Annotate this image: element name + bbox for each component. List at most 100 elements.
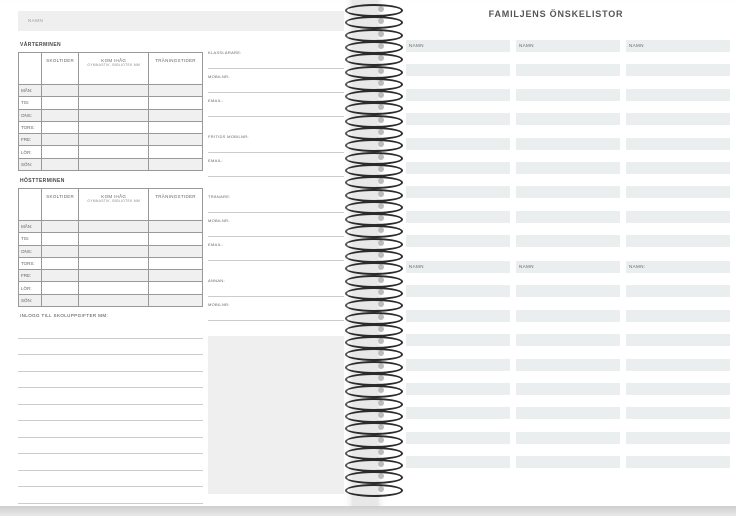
contact-line (208, 296, 344, 297)
contact-line (208, 260, 344, 261)
wishlist-name-header: NAMN (406, 40, 510, 52)
contact-label: MOBILNR: (208, 74, 230, 79)
note-line (18, 322, 203, 339)
wishlist-line (516, 113, 620, 126)
contact-line (208, 236, 344, 237)
contact-label: MOBILNR: (208, 218, 230, 223)
day-label: ONS: (18, 244, 42, 258)
binding-ring (342, 200, 404, 214)
note-line (18, 372, 203, 388)
day-label: MÅN: (18, 83, 42, 98)
contact-label: EMAIL: (208, 98, 223, 103)
day-label: LÖR: (18, 281, 42, 295)
contact-line (208, 68, 344, 69)
binding-ring (342, 421, 404, 436)
note-line (18, 339, 203, 355)
note-line (18, 454, 203, 471)
wishlist-line (516, 358, 620, 371)
binding-ring (342, 101, 404, 116)
wishlist-line (626, 383, 730, 395)
wishlist-line (626, 137, 730, 150)
day-label: SÖN: (18, 157, 42, 172)
wishlist-line (626, 285, 730, 298)
wishlist-line (406, 137, 510, 150)
wishlist-line (406, 64, 510, 77)
wishlist-name-header: NAMN: (626, 261, 730, 273)
wishlist-line (516, 137, 620, 150)
name-label: NAMN (519, 264, 534, 269)
binding-ring (342, 470, 404, 485)
binding-ring (342, 360, 404, 374)
binding-ring (342, 77, 404, 91)
binding-ring (342, 311, 404, 325)
wishlist-line (406, 334, 510, 347)
binding-ring (342, 175, 404, 190)
binding-ring (342, 151, 404, 165)
wishlist-line (516, 309, 620, 322)
wishlist-line (516, 407, 620, 420)
wishlist-line (626, 64, 730, 77)
wishlist-line (406, 309, 510, 322)
spring-header-remember: KOM IHÅG GYMNASTIK, BIBLIOTEK MM (78, 52, 150, 85)
name-field: NAMN (18, 11, 344, 31)
note-line (18, 438, 203, 454)
note-line (18, 421, 203, 438)
wishlist-line (516, 334, 620, 347)
day-label: TIS: (18, 96, 42, 110)
wishlist-line (516, 186, 620, 199)
binding-ring (342, 323, 404, 337)
binding-ring (342, 335, 404, 350)
binding-ring (342, 384, 404, 399)
note-line (18, 405, 203, 421)
wishlist-line (626, 186, 730, 199)
binding-ring (342, 3, 404, 17)
contact-label: FRITIDS MOBILNR: (208, 134, 249, 139)
contact-label: EMAIL: (208, 242, 223, 247)
wishlist-line (626, 407, 730, 420)
note-line (18, 471, 203, 487)
binding-ring (342, 434, 404, 448)
binding-ring (342, 52, 404, 67)
contact-line (208, 116, 344, 117)
contact-line (208, 212, 344, 213)
day-label: ONS: (18, 108, 42, 122)
binding-ring (342, 114, 404, 128)
wishlist-line (406, 186, 510, 199)
spring-title: VÅRTERMINEN (20, 42, 62, 48)
binding-ring (342, 138, 404, 153)
day-label: SÖN: (18, 293, 42, 308)
wishlist-line (626, 113, 730, 126)
contact-line (208, 320, 344, 321)
name-label: NAMN (409, 43, 424, 48)
binding-ring (342, 249, 404, 263)
spiral-binding (342, 0, 404, 508)
wishlist-line (406, 407, 510, 420)
wishlist-line (406, 210, 510, 223)
spring-header-school: SKOLTIDER (40, 52, 80, 85)
wishlist-line (406, 235, 510, 248)
wishlist-line (406, 285, 510, 298)
wishlist-line (626, 334, 730, 347)
autumn-schedule: SKOLTIDER KOM IHÅG GYMNASTIK, BIBLIOTEK M… (18, 188, 203, 308)
note-line (18, 355, 203, 372)
contact-line (208, 152, 344, 153)
binding-ring (342, 126, 404, 140)
contact-label: ANNAN: (208, 278, 225, 283)
binding-ring (342, 89, 404, 104)
wishlist-line (516, 456, 620, 469)
day-label: LÖR: (18, 145, 42, 159)
wishlist-line (406, 358, 510, 371)
wishlist-line (626, 309, 730, 322)
binding-ring (342, 65, 404, 79)
binding-ring (342, 274, 404, 288)
binding-ring (342, 261, 404, 276)
day-label: FRE: (18, 269, 42, 283)
autumn-header-remember: KOM IHÅG GYMNASTIK, BIBLIOTEK MM (78, 188, 150, 221)
autumn-header-school: SKOLTIDER (40, 188, 80, 221)
spring-header-training: TRÄNINGSTIDER (148, 52, 203, 85)
binding-ring (342, 237, 404, 251)
name-label: NAMN (519, 43, 534, 48)
wishlist-line (626, 456, 730, 469)
contact-label: TRÄNARE: (208, 194, 231, 199)
binding-ring (342, 188, 404, 202)
